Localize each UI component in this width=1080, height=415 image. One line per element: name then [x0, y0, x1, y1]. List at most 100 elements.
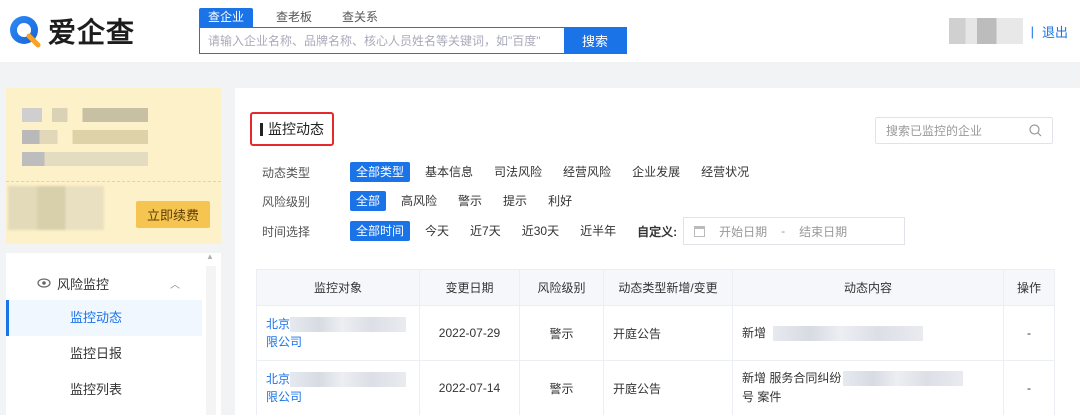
search-input[interactable] — [200, 28, 566, 53]
cell-date: 2022-07-14 — [419, 360, 520, 415]
chip-type-basic[interactable]: 基本信息 — [419, 162, 479, 182]
col-header-action: 操作 — [1003, 269, 1055, 306]
page-title: 监控动态 — [268, 121, 324, 137]
filter-label-risk: 风险级别 — [262, 194, 311, 209]
renew-button[interactable]: 立即续费 — [136, 201, 210, 228]
redacted-name — [290, 372, 407, 388]
filter-label-type: 动态类型 — [262, 165, 311, 180]
sidebar-item-monitor-daily[interactable]: 监控日报 — [6, 336, 202, 372]
cell-target: 北京 限公司 — [256, 305, 420, 361]
cell-date: 2022-07-29 — [419, 305, 520, 361]
calendar-icon — [694, 225, 706, 237]
date-range-separator: - — [781, 224, 786, 238]
chip-time-7d[interactable]: 近7天 — [464, 221, 507, 241]
search-tabs: 查企业 查老板 查关系 — [199, 8, 399, 27]
filter-row-risk: 风险级别 全部 高风险 警示 提示 利好 — [262, 190, 587, 212]
chip-risk-all[interactable]: 全部 — [350, 191, 387, 211]
tab-relation[interactable]: 查关系 — [333, 8, 387, 27]
search-button[interactable]: 搜索 — [564, 28, 626, 53]
monitor-table: 监控对象 变更日期 风险级别 动态类型新增/变更 动态内容 操作 北京 限公司 … — [256, 269, 1055, 415]
chip-type-development[interactable]: 企业发展 — [626, 162, 686, 182]
brand-name: 爱企查 — [48, 16, 136, 49]
table-row[interactable]: 北京 限公司 2022-07-29 警示 开庭公告 新增 - — [256, 305, 1055, 361]
company-name-line2: 限公司 — [266, 335, 303, 349]
scroll-up-icon[interactable]: ▲ — [206, 252, 214, 261]
chip-type-status[interactable]: 经营状况 — [695, 162, 755, 182]
eye-icon — [37, 276, 51, 290]
main-panel: 监控动态 动态类型 全部类型 基本信息 司法风险 经营风险 企业发展 经营状况 … — [235, 88, 1080, 415]
vip-card: 立即续费 — [6, 88, 221, 244]
tab-boss[interactable]: 查老板 — [267, 8, 321, 27]
cell-type: 开庭公告 — [603, 360, 733, 415]
sidebar-item-monitor-feed[interactable]: 监控动态 — [6, 300, 202, 336]
chip-time-half-year[interactable]: 近半年 — [574, 221, 622, 241]
sidebar-item-monitor-list[interactable]: 监控列表 — [6, 372, 202, 408]
cell-risk: 警示 — [519, 360, 604, 415]
vip-info-blurred — [22, 108, 148, 170]
sidebar-scrollbar[interactable] — [206, 266, 216, 415]
company-name-line1: 北京 — [266, 372, 291, 386]
end-date-field[interactable]: 结束日期 — [799, 223, 847, 240]
chip-type-all[interactable]: 全部类型 — [350, 162, 411, 182]
chip-time-today[interactable]: 今天 — [419, 221, 455, 241]
cell-content: 新增 — [732, 305, 1004, 361]
chip-type-judicial[interactable]: 司法风险 — [488, 162, 548, 182]
top-header: 爱企查 查企业 查老板 查关系 搜索 | 退出 — [0, 0, 1080, 62]
chip-risk-positive[interactable]: 利好 — [542, 191, 578, 211]
content-line1: 新增 服务合同纠纷 — [742, 371, 842, 385]
logout-link[interactable]: 退出 — [1042, 22, 1068, 41]
date-range-picker[interactable]: 开始日期 - 结束日期 — [683, 217, 906, 245]
vip-divider — [6, 181, 221, 182]
cell-action: - — [1003, 360, 1055, 415]
filter-row-type: 动态类型 全部类型 基本信息 司法风险 经营风险 企业发展 经营状况 — [262, 161, 764, 183]
search-icon[interactable] — [1029, 124, 1042, 137]
col-header-type: 动态类型新增/变更 — [603, 269, 733, 306]
chip-risk-hint[interactable]: 提示 — [497, 191, 533, 211]
cell-type: 开庭公告 — [603, 305, 733, 361]
col-header-risk: 风险级别 — [519, 269, 604, 306]
user-separator: | — [1030, 23, 1034, 39]
col-header-target: 监控对象 — [256, 269, 420, 306]
chip-type-operation-risk[interactable]: 经营风险 — [557, 162, 617, 182]
title-accent-bar — [260, 122, 263, 136]
sidebar: 立即续费 ▲ 风险监控 ︿ 监控动态 监控日报 监控列表 — [6, 88, 221, 415]
company-name-line2: 限公司 — [266, 390, 303, 404]
content-line2: 号 案件 — [742, 390, 782, 404]
custom-range-label: 自定义: — [637, 224, 678, 239]
cell-content: 新增 服务合同纠纷 号 案件 — [732, 360, 1004, 415]
brand-logo[interactable]: 爱企查 — [8, 12, 135, 50]
nav-group-label: 风险监控 — [57, 276, 110, 292]
redacted-name — [290, 317, 407, 333]
section-title-box: 监控动态 — [250, 112, 334, 146]
tab-company[interactable]: 查企业 — [199, 8, 254, 27]
cell-target: 北京 限公司 — [256, 360, 420, 415]
company-link[interactable]: 北京 限公司 — [266, 370, 419, 406]
company-link[interactable]: 北京 限公司 — [266, 315, 419, 351]
cell-action: - — [1003, 305, 1055, 361]
redacted-content — [843, 371, 964, 387]
monitored-search-input[interactable] — [876, 118, 1026, 143]
table-header-row: 监控对象 变更日期 风险级别 动态类型新增/变更 动态内容 操作 — [256, 269, 1055, 306]
logo-q-icon — [10, 16, 41, 48]
monitored-search — [875, 117, 1053, 144]
filter-row-time: 时间选择 全部时间 今天 近7天 近30天 近半年 自定义: 开始日期 - 结束… — [262, 217, 906, 245]
content-line1: 新增 — [742, 325, 767, 340]
user-area: | 退出 — [948, 18, 1068, 44]
search-box: 搜索 — [199, 27, 627, 54]
company-name-line1: 北京 — [266, 317, 291, 331]
avatar[interactable] — [948, 18, 1023, 44]
chevron-up-icon: ︿ — [170, 279, 180, 291]
cell-risk: 警示 — [519, 305, 604, 361]
chip-time-30d[interactable]: 近30天 — [516, 221, 565, 241]
sidebar-gap — [6, 244, 221, 253]
redacted-content — [773, 325, 924, 341]
col-header-date: 变更日期 — [419, 269, 520, 306]
filter-label-time: 时间选择 — [262, 224, 311, 239]
table-row[interactable]: 北京 限公司 2022-07-14 警示 开庭公告 新增 服务合同纠纷 号 案件… — [256, 360, 1055, 415]
chip-risk-high[interactable]: 高风险 — [395, 191, 443, 211]
start-date-field[interactable]: 开始日期 — [719, 223, 767, 240]
nav-group-risk-monitor[interactable]: 风险监控 ︿ — [6, 268, 202, 298]
vip-expiry-blurred — [8, 186, 104, 230]
chip-time-all[interactable]: 全部时间 — [350, 221, 411, 241]
chip-risk-warning[interactable]: 警示 — [452, 191, 488, 211]
